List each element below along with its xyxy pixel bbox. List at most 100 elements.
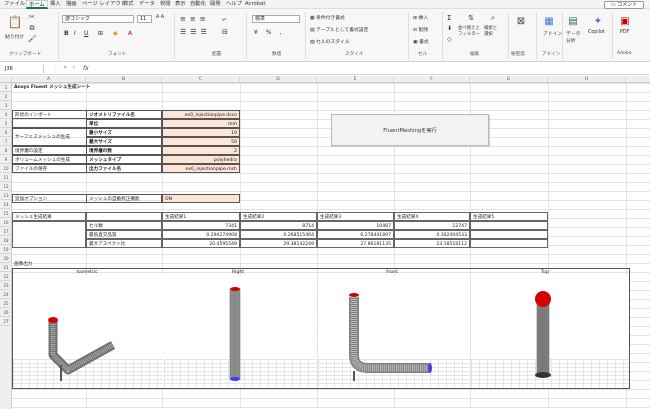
result-value[interactable]: 7341 [162,221,240,230]
result-value[interactable]: 0.278441897 [317,230,394,239]
row-header[interactable]: 19 [0,245,12,254]
menu-draw[interactable]: 描画 [66,1,77,8]
font-name-select[interactable]: 游ゴシック [62,15,134,23]
column-header[interactable]: A [12,76,86,83]
row-header[interactable]: 10 [0,164,12,173]
row-header[interactable]: 4 [0,110,12,119]
row-header[interactable]: 6 [0,128,12,137]
row-header[interactable]: 23 [0,281,12,290]
menu-view[interactable]: 表示 [175,1,186,8]
result-value[interactable]: 20.4595549 [162,239,240,248]
delete-cells-button[interactable]: ⊟ 削除 [413,26,428,33]
result-value[interactable]: 12747 [394,221,470,230]
run-fluent-meshing-button[interactable]: FluentMeshingを実行 [331,114,489,146]
row-header[interactable]: 13 [0,191,12,200]
border-icon[interactable]: ⊞ [98,30,103,37]
result-value[interactable]: 0.268515464 [240,230,317,239]
menu-developer[interactable]: 開発 [210,1,221,8]
cut-icon[interactable]: ✂ [28,13,36,21]
row-header[interactable]: 26 [0,308,12,317]
name-box[interactable]: J36 [2,65,44,73]
param-value[interactable]: 2 [162,146,240,155]
row-header[interactable]: 27 [0,317,12,326]
analyze-data-icon[interactable]: ▤ [566,14,580,28]
clear-icon[interactable]: ◇ [447,36,452,43]
row-header[interactable]: 16 [0,218,12,227]
row-header[interactable]: 14 [0,200,12,209]
result-value[interactable]: 27.86181135 [317,239,394,248]
menu-formulas[interactable]: 数式 [123,1,134,8]
row-header[interactable]: 9 [0,155,12,164]
row-header[interactable]: 21 [0,263,12,272]
vertical-align-icons[interactable]: ≡≡≡ [180,15,210,23]
fill-icon[interactable]: ⬇ [447,25,452,32]
row-header[interactable]: 15 [0,209,12,218]
insert-cells-button[interactable]: ⊞ 挿入 [413,14,428,21]
param-value[interactable]: ON [162,194,240,203]
column-header[interactable]: C [162,76,240,83]
select-all-corner[interactable] [0,76,12,83]
sensitivity-icon[interactable]: ⊠ [514,14,528,28]
function-icon[interactable]: fx [83,65,89,72]
menu-help[interactable]: ヘルプ [226,1,242,8]
result-value[interactable]: 8714 [240,221,317,230]
table-format-button[interactable]: ▤ テーブルとして書式設定 [310,26,368,33]
pdf-icon[interactable]: ▣ [618,14,632,28]
menu-home[interactable]: ホーム [26,0,48,9]
result-value[interactable] [470,221,548,230]
format-cells-button[interactable]: ▣ 書式 [413,38,429,45]
result-value[interactable]: 23.18518112 [394,239,470,248]
row-header[interactable]: 3 [0,101,12,110]
column-header[interactable]: G [470,76,548,83]
row-header[interactable]: 2 [0,92,12,101]
menu-insert[interactable]: 挿入 [50,1,61,8]
menu-page-layout[interactable]: ページ レイアウト [82,1,126,8]
result-value[interactable] [470,230,548,239]
font-size-select[interactable]: 11 [137,15,152,23]
column-header[interactable]: H [548,76,626,83]
row-header[interactable]: 20 [0,254,12,263]
row-header[interactable]: 11 [0,173,12,182]
column-header[interactable]: B [86,76,162,83]
row-header[interactable]: 1 [0,83,12,92]
row-header[interactable]: 17 [0,227,12,236]
formula-input[interactable] [96,64,636,73]
param-value[interactable]: ex0_injectionpipe.dsco [162,110,240,119]
italic-icon[interactable]: I [74,30,76,37]
menu-file[interactable]: ファイル [4,1,25,8]
result-value[interactable]: 10487 [317,221,394,230]
result-value[interactable] [470,239,548,248]
autosum-icon[interactable]: Σ [447,14,451,22]
font-color-icon[interactable]: A [128,30,132,37]
enter-icon[interactable]: ✓ [72,65,76,71]
row-header[interactable]: 5 [0,119,12,128]
result-value[interactable]: 0.302404533 [394,230,470,239]
copy-icon[interactable]: ⧉ [28,24,36,32]
column-header[interactable]: D [240,76,317,83]
row-header[interactable]: 12 [0,182,12,191]
param-value[interactable]: mm [162,119,240,128]
cancel-icon[interactable]: ✕ [63,65,67,71]
conditional-format-button[interactable]: ▦ 条件付き書式 [310,14,345,21]
column-header[interactable]: F [394,76,470,83]
row-header[interactable]: 24 [0,290,12,299]
cell-style-button[interactable]: ▧ セルのスタイル [310,38,350,45]
copilot-icon[interactable]: ✦ [591,14,605,28]
underline-icon[interactable]: U [84,30,88,37]
param-value[interactable]: 50 [162,137,240,146]
row-header[interactable]: 8 [0,146,12,155]
number-format-select[interactable]: 標準 [252,15,300,23]
wrap-text-icon[interactable]: ⤶ [222,15,226,24]
menu-acrobat[interactable]: Acrobat [245,1,265,8]
number-format-icons[interactable]: ¥ % , [254,29,284,36]
result-value[interactable]: 0.294274908 [162,230,240,239]
column-header[interactable]: E [317,76,394,83]
sort-filter-icon[interactable]: ⇅ [464,13,478,23]
find-select-icon[interactable]: ⌕ [486,13,500,23]
param-value[interactable]: 10 [162,128,240,137]
paste-icon[interactable]: 📋 [6,13,24,31]
fill-color-icon[interactable]: ◆ [113,30,118,37]
font-grow-icon[interactable]: A A [156,15,164,20]
row-header[interactable]: 7 [0,137,12,146]
row-header[interactable]: 18 [0,236,12,245]
